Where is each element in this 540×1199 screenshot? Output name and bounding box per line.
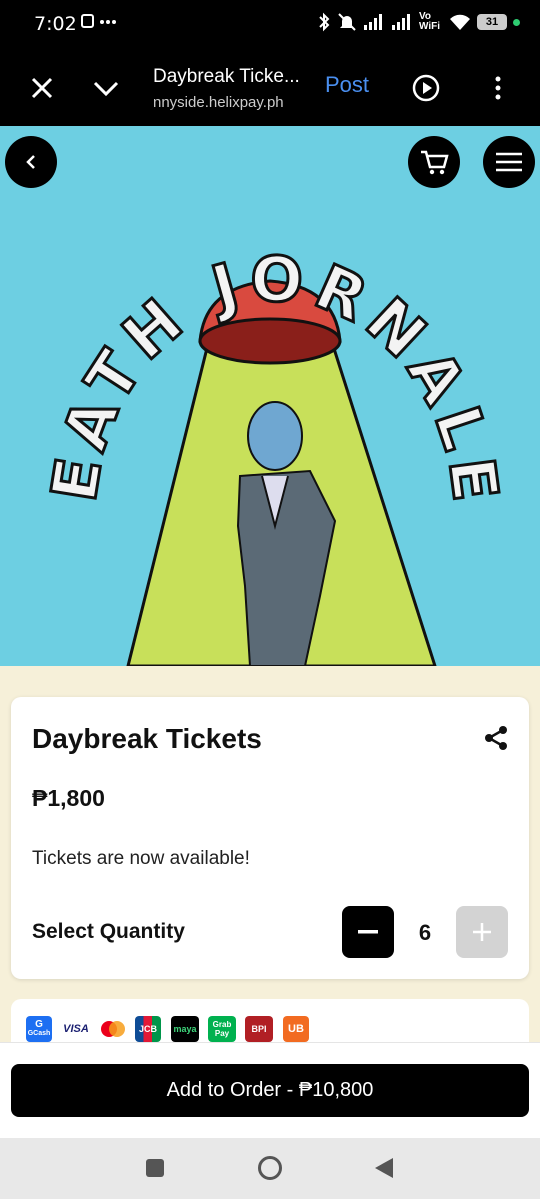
recents-icon[interactable]	[146, 1159, 164, 1177]
menu-button[interactable]	[483, 136, 535, 188]
post-button[interactable]: Post	[325, 72, 369, 98]
add-to-order-button[interactable]: Add to Order - ₱10,800	[11, 1064, 529, 1117]
status-time: 7:02	[34, 13, 77, 35]
chevron-down-icon[interactable]	[90, 72, 122, 104]
back-button[interactable]	[5, 136, 57, 188]
quantity-decrease-button[interactable]	[342, 906, 394, 958]
signal-icon	[364, 14, 382, 30]
system-nav-bar	[0, 1138, 540, 1199]
close-icon[interactable]	[28, 74, 56, 102]
minus-icon	[358, 930, 378, 934]
play-icon[interactable]	[412, 74, 440, 102]
home-icon[interactable]	[257, 1155, 283, 1181]
quantity-value: 6	[418, 920, 432, 945]
product-card: Daybreak Tickets ₱1,800 Tickets are now …	[11, 697, 529, 979]
banner-artwork: HEATH JORNALES	[0, 126, 507, 666]
page-url: nnyside.helixpay.ph	[153, 94, 284, 111]
order-footer: Add to Order - ₱10,800	[0, 1042, 540, 1138]
status-notification-icons	[80, 12, 116, 37]
product-price: ₱1,800	[32, 785, 105, 811]
browser-app-bar: Daybreak Ticke... nnyside.helixpay.ph Po…	[0, 48, 540, 126]
unionbank-icon: UB	[283, 1016, 309, 1042]
mute-icon	[338, 13, 356, 31]
battery-icon: 31	[477, 14, 507, 30]
more-vert-icon[interactable]	[490, 74, 506, 102]
cart-button[interactable]	[408, 136, 460, 188]
share-icon[interactable]	[483, 725, 509, 751]
bpi-icon: BPI	[245, 1016, 273, 1042]
wifi-icon	[450, 14, 470, 30]
status-right: Vo WiFi 31	[317, 12, 520, 32]
vowifi-label: Vo WiFi	[419, 11, 441, 32]
chevron-left-icon	[26, 155, 35, 169]
jcb-icon: JCB	[135, 1016, 161, 1042]
mastercard-icon	[98, 1016, 128, 1042]
gcash-icon: G GCash	[26, 1016, 52, 1042]
bluetooth-icon	[319, 12, 330, 32]
grabpay-icon: Grab Pay	[208, 1016, 236, 1042]
quantity-label: Select Quantity	[32, 920, 185, 943]
product-title: Daybreak Tickets	[32, 723, 262, 754]
back-nav-icon[interactable]	[374, 1157, 394, 1179]
product-banner: HEATH JORNALES	[0, 126, 540, 666]
visa-icon: VISA	[63, 1023, 89, 1035]
product-description: Tickets are now available!	[32, 848, 250, 869]
cart-icon	[421, 150, 449, 175]
signal-icon-2	[392, 14, 410, 30]
maya-icon: maya	[171, 1016, 199, 1042]
plus-icon	[473, 923, 491, 941]
status-bar: 7:02 Vo WiFi 31	[0, 0, 540, 48]
hamburger-menu-icon	[496, 152, 522, 172]
page-title: Daybreak Ticke...	[153, 66, 300, 87]
privacy-dot	[513, 18, 520, 26]
quantity-increase-button[interactable]	[456, 906, 508, 958]
